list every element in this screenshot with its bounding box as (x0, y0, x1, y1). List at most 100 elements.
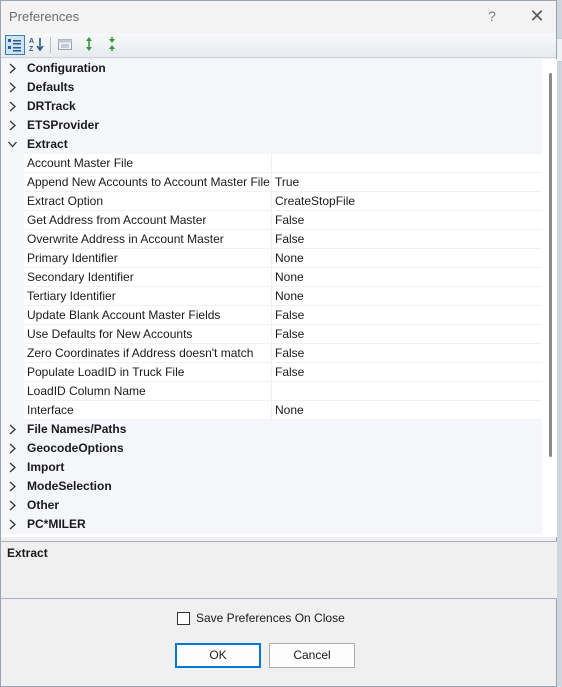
column-divider[interactable] (271, 154, 272, 173)
property-grid[interactable]: Configuration Defaults DRTrack ETSProvider E… (1, 59, 557, 537)
chevron-right-icon[interactable] (7, 423, 18, 436)
column-divider[interactable] (271, 268, 272, 287)
ok-button[interactable]: OK (175, 643, 261, 668)
chevron-right-icon[interactable] (7, 518, 18, 531)
property-row[interactable]: Account Master File (1, 154, 542, 173)
chevron-right-icon[interactable] (7, 442, 18, 455)
property-value[interactable]: False (275, 327, 304, 341)
category-row[interactable]: PC*MILER (1, 515, 542, 534)
expand-all-button[interactable] (80, 35, 100, 55)
vertical-scrollbar[interactable] (542, 59, 557, 537)
svg-text:Z: Z (29, 46, 34, 53)
chevron-right-icon[interactable] (7, 480, 18, 493)
category-row[interactable]: Defaults (1, 78, 542, 97)
category-row[interactable]: File Names/Paths (1, 420, 542, 439)
chevron-right-icon[interactable] (7, 119, 18, 132)
property-row[interactable]: Overwrite Address in Account Master False (1, 230, 542, 249)
help-button[interactable]: ? (485, 8, 499, 24)
chevron-right-icon[interactable] (7, 499, 18, 512)
column-divider[interactable] (271, 382, 272, 401)
preferences-dialog: Preferences ? ✕ A Z Configuration Defaul… (0, 0, 557, 687)
property-value[interactable]: False (275, 232, 304, 246)
category-row[interactable]: DRTrack (1, 97, 542, 116)
category-row[interactable]: Configuration (1, 59, 542, 78)
property-row[interactable]: Secondary Identifier None (1, 268, 542, 287)
chevron-right-icon[interactable] (7, 62, 18, 75)
property-row[interactable]: Update Blank Account Master Fields False (1, 306, 542, 325)
property-row[interactable]: Use Defaults for New Accounts False (1, 325, 542, 344)
property-row-margin (1, 344, 24, 363)
column-divider[interactable] (271, 287, 272, 306)
chevron-right-icon[interactable] (7, 81, 18, 94)
property-value[interactable]: False (275, 365, 304, 379)
property-row[interactable]: Extract Option CreateStopFile (1, 192, 542, 211)
column-divider[interactable] (271, 192, 272, 211)
property-value[interactable]: True (275, 175, 299, 189)
property-row[interactable]: Get Address from Account Master False (1, 211, 542, 230)
property-value[interactable]: None (275, 270, 304, 284)
chevron-down-icon[interactable] (7, 138, 18, 151)
column-divider[interactable] (271, 230, 272, 249)
column-divider[interactable] (271, 344, 272, 363)
close-button[interactable]: ✕ (527, 6, 547, 26)
column-divider[interactable] (271, 173, 272, 192)
column-divider[interactable] (271, 306, 272, 325)
column-divider[interactable] (271, 325, 272, 344)
chevron-right-icon[interactable] (7, 461, 18, 474)
categorized-view-button[interactable] (5, 35, 25, 55)
background-window-edge (557, 0, 562, 687)
property-row[interactable]: LoadID Column Name (1, 382, 542, 401)
property-value[interactable]: None (275, 289, 304, 303)
alphabetical-sort-button[interactable]: A Z (28, 35, 48, 55)
category-label: Defaults (27, 80, 75, 94)
category-label: ETSProvider (27, 118, 100, 132)
property-name: Update Blank Account Master Fields (27, 308, 221, 322)
property-name: Account Master File (27, 156, 134, 170)
column-divider[interactable] (271, 249, 272, 268)
property-name: LoadID Column Name (27, 384, 146, 398)
property-row-margin (1, 287, 24, 306)
property-row[interactable]: Append New Accounts to Account Master Fi… (1, 173, 542, 192)
property-row[interactable]: Zero Coordinates if Address doesn't matc… (1, 344, 542, 363)
property-name: Append New Accounts to Account Master Fi… (27, 175, 270, 189)
svg-text:A: A (29, 38, 34, 45)
category-row[interactable]: ETSProvider (1, 116, 542, 135)
property-name: Populate LoadID in Truck File (27, 365, 185, 379)
save-on-close-checkbox[interactable] (177, 612, 190, 625)
column-divider[interactable] (271, 401, 272, 420)
property-value[interactable]: CreateStopFile (275, 194, 355, 208)
categorized-icon (8, 39, 21, 52)
property-row[interactable]: Tertiary Identifier None (1, 287, 542, 306)
property-pages-button[interactable] (56, 35, 76, 55)
column-divider[interactable] (271, 363, 272, 382)
property-row[interactable]: Interface None (1, 401, 542, 420)
description-title: Extract (7, 546, 48, 560)
category-row[interactable]: Extract (1, 135, 542, 154)
cancel-button[interactable]: Cancel (269, 643, 355, 668)
category-row[interactable]: ModeSelection (1, 477, 542, 496)
chevron-right-icon[interactable] (7, 100, 18, 113)
property-value[interactable]: None (275, 403, 304, 417)
scrollbar-thumb[interactable] (549, 73, 552, 457)
collapse-all-button[interactable] (103, 35, 123, 55)
property-value[interactable]: False (275, 308, 304, 322)
category-row[interactable]: Import (1, 458, 542, 477)
property-row[interactable]: Primary Identifier None (1, 249, 542, 268)
category-row[interactable]: GeocodeOptions (1, 439, 542, 458)
category-label: GeocodeOptions (27, 441, 124, 455)
property-value[interactable]: None (275, 251, 304, 265)
property-name: Extract Option (27, 194, 104, 208)
property-row-margin (1, 211, 24, 230)
property-name: Primary Identifier (27, 251, 118, 265)
property-grid-toolbar: A Z (1, 33, 556, 58)
property-row-margin (1, 382, 24, 401)
property-value[interactable]: False (275, 213, 304, 227)
property-value[interactable]: False (275, 346, 304, 360)
property-name: Zero Coordinates if Address doesn't matc… (27, 346, 254, 360)
property-row-margin (1, 306, 24, 325)
category-row[interactable]: Other (1, 496, 542, 515)
column-divider[interactable] (271, 211, 272, 230)
save-on-close-label[interactable]: Save Preferences On Close (196, 611, 345, 625)
property-row[interactable]: Populate LoadID in Truck File False (1, 363, 542, 382)
category-label: Extract (27, 137, 68, 151)
